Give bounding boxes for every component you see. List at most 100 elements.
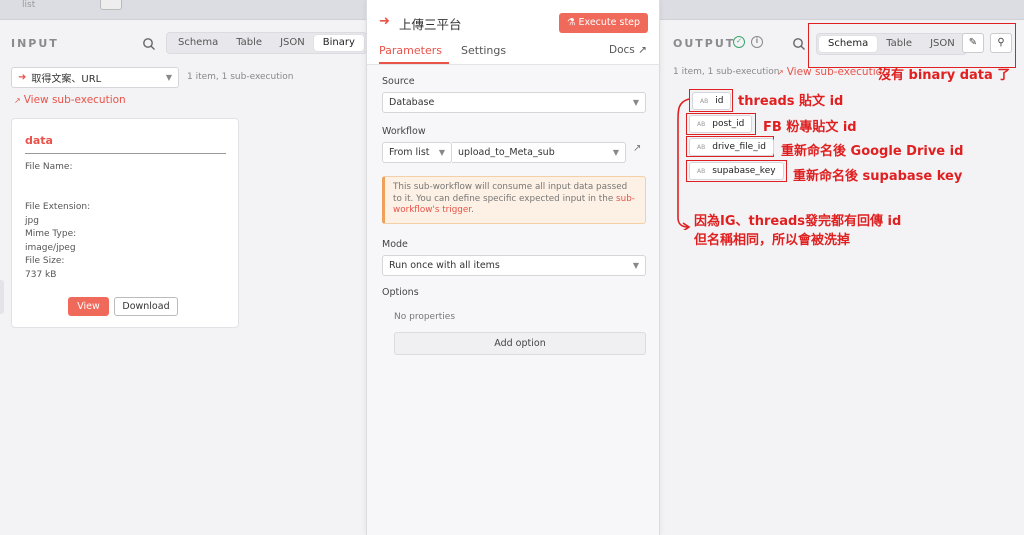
workflow-label: Workflow: [382, 126, 426, 137]
add-option-button[interactable]: Add option: [394, 332, 646, 355]
schema-field-id[interactable]: AB id: [692, 92, 732, 110]
notice-text: This sub-workflow will consume all input…: [393, 182, 628, 204]
file-name-label: File Name:: [25, 162, 73, 172]
mode-label: Mode: [382, 239, 408, 250]
chevron-down-icon: ▼: [632, 261, 639, 270]
workflow-mode-value: From list: [389, 147, 430, 158]
source-label: Source: [382, 76, 415, 87]
input-node-select[interactable]: ➜ 取得文案、URL ▼: [11, 67, 179, 88]
input-sub-link-label: View sub-execution: [23, 94, 126, 106]
string-type-icon: AB: [697, 167, 706, 175]
workflow-select[interactable]: upload_to_Meta_sub ▼: [452, 142, 626, 163]
open-workflow-icon[interactable]: ↗: [633, 143, 641, 154]
node-entry-icon: ➜: [18, 72, 27, 83]
search-icon[interactable]: [142, 37, 156, 51]
pencil-icon[interactable]: ✎: [962, 33, 984, 53]
input-title: INPUT: [11, 37, 59, 50]
input-view-table[interactable]: Table: [227, 35, 271, 51]
input-view-schema[interactable]: Schema: [169, 35, 227, 51]
annotation-supabase-key: 重新命名後 supabase key: [793, 169, 963, 184]
input-sub-execution-link[interactable]: ↗ View sub-execution: [14, 94, 126, 106]
schema-field-post-id[interactable]: AB post_id: [689, 115, 753, 133]
annotation-post-id: FB 粉專貼文 id: [763, 120, 857, 135]
download-button[interactable]: Download: [114, 297, 178, 316]
mime-type-value: image/jpeg: [25, 243, 76, 253]
node-detail-panel: ➜ 上傳三平台 ⚗ Execute step Parameters Settin…: [366, 0, 660, 535]
flask-icon: ⚗: [566, 17, 579, 28]
chevron-down-icon: ▼: [165, 73, 172, 82]
source-value: Database: [389, 97, 435, 108]
string-type-icon: AB: [700, 97, 709, 105]
topbar-button[interactable]: [100, 0, 122, 10]
external-link-icon: ↗: [638, 44, 647, 56]
output-sub-link-label: View sub-executio: [786, 66, 883, 78]
input-view-switch: Schema Table JSON Binary: [166, 32, 367, 54]
chevron-down-icon: ▼: [438, 148, 445, 157]
field-name: post_id: [712, 119, 745, 129]
panel-drag-handle[interactable]: [0, 280, 4, 314]
schema-field-supabase-key[interactable]: AB supabase_key: [689, 162, 784, 180]
input-view-binary[interactable]: Binary: [313, 35, 364, 51]
pin-icon[interactable]: ⚲: [990, 33, 1012, 53]
output-view-json[interactable]: JSON: [921, 36, 964, 52]
string-type-icon: AB: [697, 143, 706, 151]
topbar-label: list: [22, 0, 36, 10]
sub-workflow-notice: This sub-workflow will consume all input…: [382, 176, 646, 224]
mode-select[interactable]: Run once with all items ▼: [382, 255, 646, 276]
tab-settings[interactable]: Settings: [461, 44, 506, 57]
file-size-label: File Size:: [25, 256, 65, 266]
file-extension-label: File Extension:: [25, 202, 91, 212]
string-type-icon: AB: [697, 120, 706, 128]
output-meta: 1 item, 1 sub-execution: [673, 67, 780, 77]
notice-end: .: [471, 205, 474, 215]
file-size-value: 737 kB: [25, 270, 57, 280]
binary-card-title: data: [25, 134, 53, 147]
docs-label: Docs: [609, 44, 635, 56]
workflow-value: upload_to_Meta_sub: [458, 147, 555, 158]
divider: [25, 153, 226, 154]
input-view-json[interactable]: JSON: [271, 35, 314, 51]
external-link-icon: ↗: [14, 96, 21, 105]
view-button[interactable]: View: [68, 297, 109, 316]
input-meta: 1 item, 1 sub-execution: [187, 72, 294, 82]
field-name: drive_file_id: [712, 142, 766, 152]
field-name: id: [715, 96, 724, 106]
field-name: supabase_key: [712, 166, 776, 176]
input-node-label: 取得文案、URL: [31, 74, 102, 85]
search-icon[interactable]: [792, 37, 806, 51]
tab-parameters[interactable]: Parameters: [379, 44, 442, 57]
annotation-note-line-1: 因為IG、threads發完都有回傳 id: [694, 214, 902, 229]
file-extension-value: jpg: [25, 216, 39, 226]
schema-field-drive-file-id[interactable]: AB drive_file_id: [689, 138, 774, 156]
mode-value: Run once with all items: [389, 260, 500, 271]
no-properties-text: No properties: [394, 312, 456, 322]
execute-workflow-icon: ➜: [379, 14, 390, 29]
workflow-mode-select[interactable]: From list ▼: [382, 142, 452, 163]
input-panel: INPUT Schema Table JSON Binary ➜ 取得文案、UR…: [0, 20, 367, 535]
mime-type-label: Mime Type:: [25, 229, 77, 239]
annotation-bracket: [677, 98, 691, 230]
output-view-switch: Schema Table JSON: [816, 33, 967, 55]
annotation-drive-id: 重新命名後 Google Drive id: [781, 144, 964, 159]
success-check-icon: ✓: [733, 36, 745, 48]
chevron-down-icon: ▼: [612, 148, 619, 157]
output-view-table[interactable]: Table: [877, 36, 921, 52]
output-view-schema[interactable]: Schema: [819, 36, 878, 52]
options-label: Options: [382, 287, 419, 298]
chevron-down-icon: ▼: [632, 98, 639, 107]
node-title[interactable]: 上傳三平台: [399, 14, 462, 33]
execute-step-label: Execute step: [578, 17, 641, 28]
info-icon[interactable]: i: [751, 36, 763, 48]
divider: [367, 64, 659, 65]
annotation-no-binary: 沒有 binary data 了: [878, 68, 1011, 83]
output-sub-execution-link[interactable]: ↗ View sub-executio: [777, 66, 882, 78]
output-panel: OUTPUT ✓ i Schema Table JSON ✎ ⚲ 1 item,…: [660, 20, 1024, 535]
output-title: OUTPUT: [673, 37, 736, 50]
execute-step-button[interactable]: ⚗ Execute step: [559, 13, 648, 33]
tab-docs[interactable]: Docs ↗: [609, 44, 647, 56]
annotation-id: threads 貼文 id: [738, 94, 844, 109]
source-select[interactable]: Database ▼: [382, 92, 646, 113]
binary-card: data File Name: File Extension: jpg Mime…: [11, 118, 239, 328]
external-link-icon: ↗: [777, 68, 784, 77]
annotation-note-line-2: 但名稱相同，所以會被洗掉: [694, 233, 851, 248]
